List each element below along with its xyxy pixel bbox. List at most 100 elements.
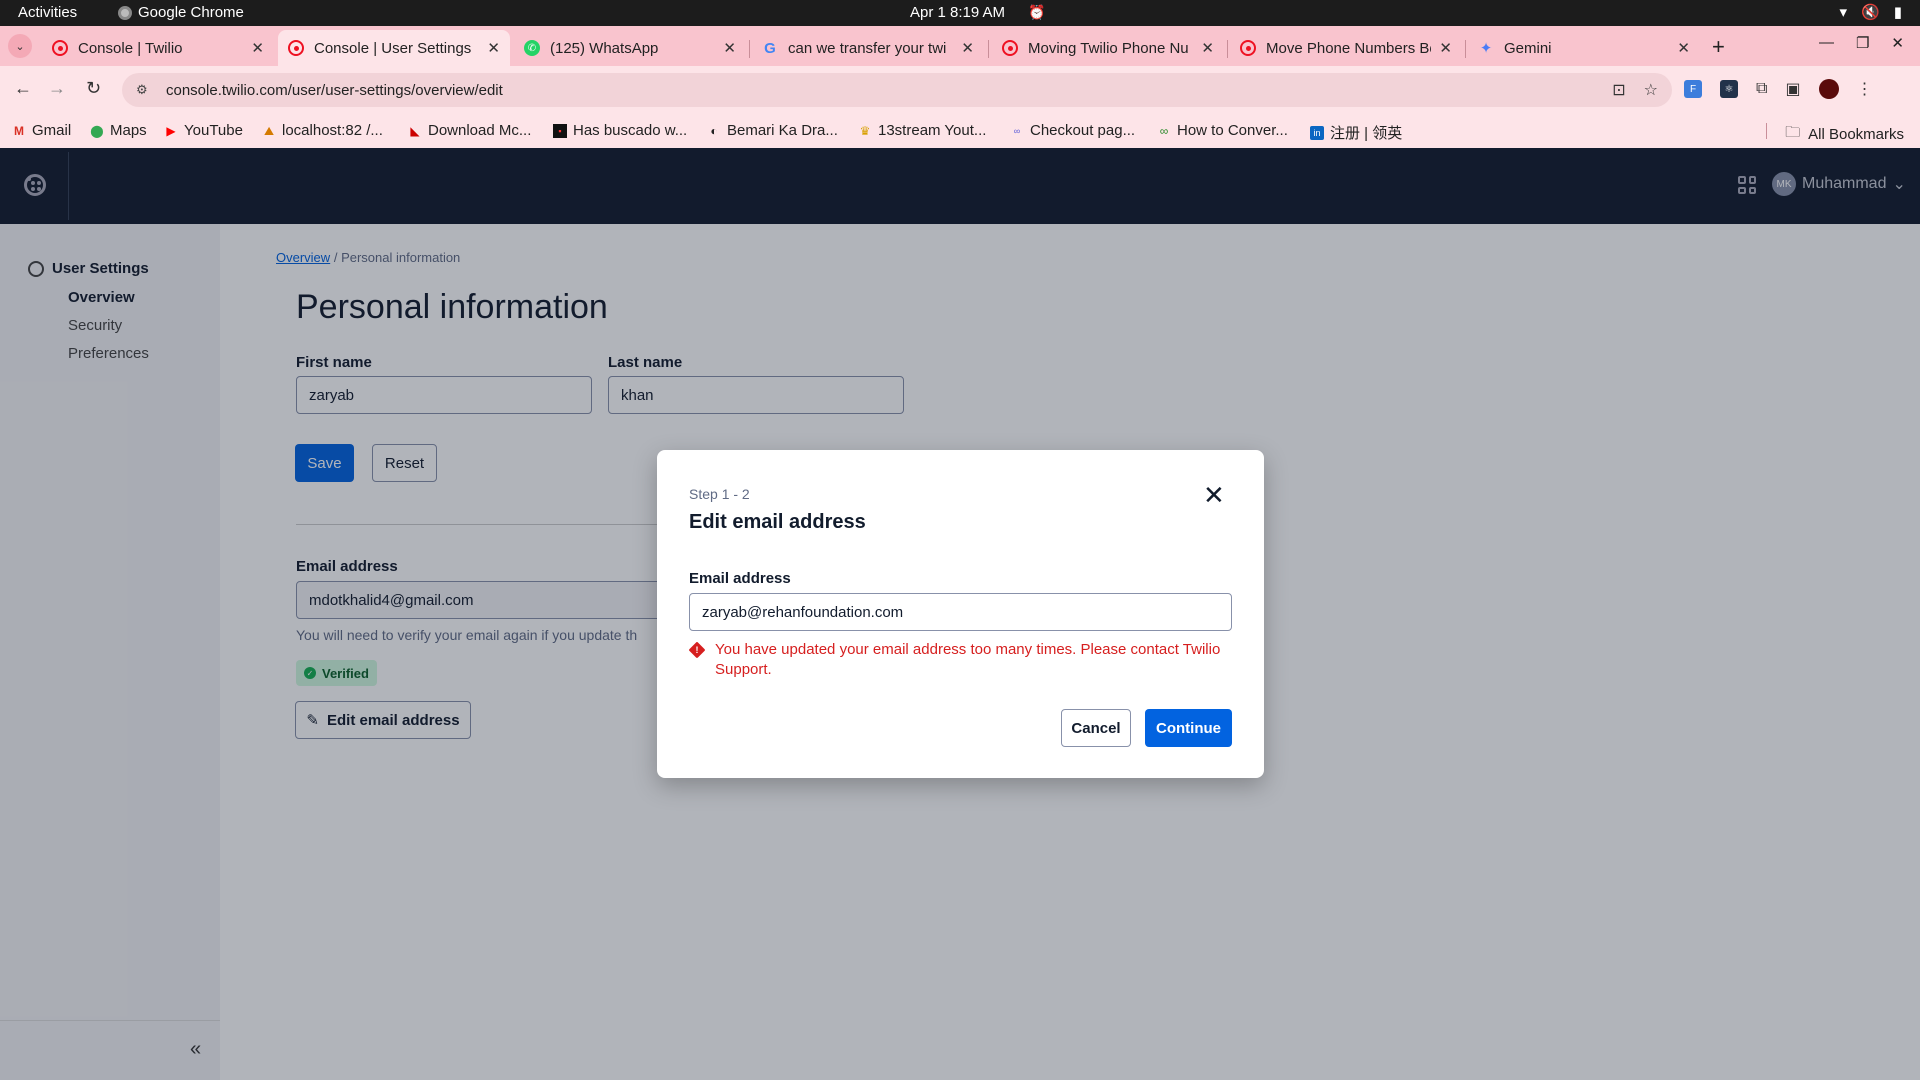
tab-move-numbers[interactable]: Move Phone Numbers Be ✕ [1230,30,1462,66]
localhost-icon: ⛰ [263,123,275,138]
mcafee-icon: ◣ [410,123,420,138]
tab-separator [749,40,750,58]
bookmark-icon: ♛ [859,123,871,138]
activities-button[interactable]: Activities [18,4,77,21]
whatsapp-icon: ✆ [524,40,540,56]
tab-whatsapp[interactable]: ✆ (125) WhatsApp ✕ [514,30,746,66]
gemini-icon: ✦ [1479,40,1493,57]
bookmark-youtube[interactable]: ▶ YouTube [164,122,243,139]
restore-icon[interactable]: ❐ [1856,34,1869,52]
bookmark-icon: ∞ [1013,125,1021,136]
modal-error-message: ! You have updated your email address to… [688,640,1232,680]
bookmark-label: Checkout pag... [1030,122,1136,139]
bookmark-label: Gmail [32,122,72,139]
address-bar[interactable]: ⚙ console.twilio.com/user/user-settings/… [122,73,1672,107]
close-icon[interactable]: ✕ [487,39,500,57]
tab-console-twilio[interactable]: Console | Twilio ✕ [42,30,274,66]
twilio-icon [52,40,68,56]
side-panel-icon[interactable]: ▣ [1785,79,1800,99]
close-icon[interactable]: ✕ [723,39,736,57]
error-icon: ! [688,641,706,659]
bookmark-has-buscado[interactable]: ▪ Has buscado w... [553,122,687,139]
close-icon[interactable]: ✕ [1677,39,1690,57]
modal-error-text: You have updated your email address too … [715,641,1221,678]
chevron-down-icon: ⌄ [15,40,25,53]
tab-user-settings[interactable]: Console | User Settings ✕ [278,30,510,66]
bookmark-download-mcafee[interactable]: ◣ Download Mc... [408,122,531,139]
browser-toolbar: ← → ↻ ⚙ console.twilio.com/user/user-set… [0,66,1920,114]
tab-title: Console | User Settings [314,39,472,57]
extension-icon[interactable]: ⚛ [1720,80,1738,98]
bookmark-checkout[interactable]: ∞ Checkout pag... [1010,122,1135,139]
gmail-icon: M [14,123,24,138]
twilio-icon [288,40,304,56]
tab-gemini[interactable]: ✦ Gemini ✕ [1468,30,1700,66]
bookmark-how-to-convert[interactable]: ∞ How to Conver... [1157,122,1288,139]
twilio-icon [1240,40,1256,56]
bookmark-label: Bemari Ka Dra... [727,122,838,139]
folder-icon: 🗀 [1785,124,1801,141]
reload-icon[interactable]: ↻ [86,78,101,99]
bookmark-label: 13stream Yout... [878,122,987,139]
extension-icon[interactable]: F [1684,80,1702,98]
install-app-icon[interactable]: ⊡ [1612,80,1625,100]
tab-search-button[interactable]: ⌄ [8,34,32,58]
bookmark-star-icon[interactable]: ☆ [1644,80,1658,100]
bookmark-label: Download Mc... [428,122,532,139]
back-arrow-icon[interactable]: ← [14,78,32,99]
tab-title: Console | Twilio [78,39,183,57]
close-icon[interactable]: ✕ [961,39,974,57]
tab-separator [988,40,989,58]
url-text: console.twilio.com/user/user-settings/ov… [166,81,503,99]
system-tray[interactable]: ▾ 🔇 ▮ [1840,3,1902,21]
bookmarks-separator [1766,123,1767,139]
bookmark-label: 注册 | 领英 [1330,125,1403,142]
close-window-icon[interactable]: ✕ [1891,34,1904,52]
bookmark-icon: ◐ [710,123,718,138]
tab-separator [1227,40,1228,58]
tab-title: can we transfer your twi [788,39,947,57]
close-icon[interactable]: ✕ [1203,482,1225,508]
bookmark-label: Maps [110,122,147,139]
twilio-icon [1002,40,1018,56]
bookmark-13stream[interactable]: ♛ 13stream Yout... [858,122,987,139]
clock[interactable]: Apr 1 8:19 AM [910,4,1005,21]
all-bookmarks-button[interactable]: 🗀 All Bookmarks [1785,122,1904,147]
tab-google-search[interactable]: G can we transfer your twi ✕ [752,30,984,66]
tab-title: (125) WhatsApp [550,39,659,57]
modal-title: Edit email address [689,511,866,533]
bookmark-label: localhost:82 /... [282,122,383,139]
bookmark-bemari[interactable]: ◐ Bemari Ka Dra... [707,122,838,139]
active-app-indicator[interactable]: Google Chrome [118,4,244,21]
youtube-icon: ▶ [166,123,176,138]
tab-title: Move Phone Numbers Be [1266,39,1432,57]
modal-step-indicator: Step 1 - 2 [689,486,750,502]
puzzle-icon[interactable]: ⧉ [1756,80,1767,98]
modal-email-input[interactable]: zaryab@rehanfoundation.com [689,593,1232,631]
bookmark-localhost[interactable]: ⛰ localhost:82 /... [262,122,383,139]
bookmark-linkedin[interactable]: in 注册 | 领英 [1310,122,1402,143]
bookmark-gmail[interactable]: M Gmail [12,122,71,139]
minimize-icon[interactable]: — [1819,34,1834,52]
bookmark-label: How to Conver... [1177,122,1288,139]
active-app-name: Google Chrome [138,4,244,21]
extension-area: F ⚛ ⧉ ▣ ⋮ [1684,79,1873,99]
tab-separator [1465,40,1466,58]
cancel-button[interactable]: Cancel [1061,709,1131,747]
close-icon[interactable]: ✕ [251,39,264,57]
site-info-icon[interactable]: ⚙ [136,82,154,98]
tab-moving-twilio[interactable]: Moving Twilio Phone Nu ✕ [992,30,1224,66]
close-icon[interactable]: ✕ [1439,39,1452,57]
bookmark-icon: ∞ [1159,123,1169,138]
profile-avatar[interactable] [1818,79,1839,99]
forward-arrow-icon[interactable]: → [48,78,66,99]
bookmark-maps[interactable]: ⬤ Maps [90,122,147,139]
close-icon[interactable]: ✕ [1201,39,1214,57]
bookmark-label: Has buscado w... [573,122,688,139]
continue-button[interactable]: Continue [1145,709,1232,747]
bookmark-label: YouTube [184,122,243,139]
menu-kebab-icon[interactable]: ⋮ [1857,79,1873,99]
new-tab-button[interactable]: + [1712,34,1725,60]
volume-icon: 🔇 [1861,4,1880,21]
window-controls: — ❐ ✕ [1819,34,1904,52]
